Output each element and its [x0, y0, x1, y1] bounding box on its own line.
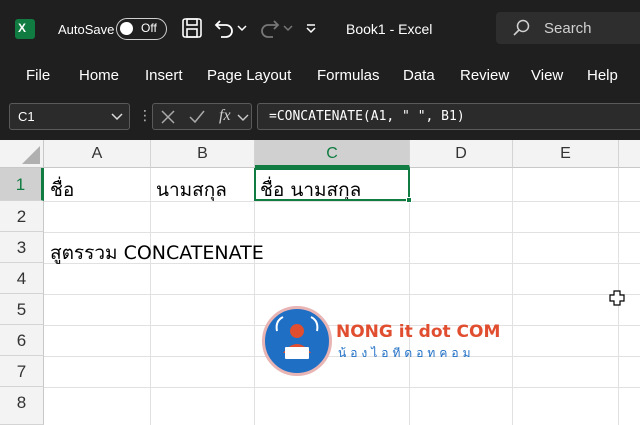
row-header-4[interactable]: 4	[0, 263, 44, 294]
column-header-b[interactable]: B	[151, 140, 255, 168]
formula-bar: C1 ⋮ fx =CONCATENATE(A1, " ", B1)	[0, 94, 640, 140]
title-bar: X AutoSave Off Book1 - Excel Search	[0, 0, 640, 58]
excel-logo-icon: X	[15, 19, 35, 39]
ribbon-tabs: File Home Insert Page Layout Formulas Da…	[0, 58, 640, 94]
undo-icon[interactable]	[212, 16, 236, 40]
autosave-state: Off	[141, 21, 157, 35]
cell-a3[interactable]: สูตรรวม CONCATENATE	[50, 238, 264, 268]
name-box[interactable]: C1	[9, 103, 130, 130]
tab-help[interactable]: Help	[587, 67, 618, 84]
gridline	[44, 232, 640, 233]
tab-data[interactable]: Data	[403, 67, 435, 84]
autosave-toggle[interactable]: Off	[116, 18, 167, 40]
formula-tools: fx	[152, 103, 252, 130]
document-title: Book1 - Excel	[346, 21, 433, 37]
tab-review[interactable]: Review	[460, 67, 509, 84]
column-header-c[interactable]: C	[255, 140, 410, 168]
tab-insert[interactable]: Insert	[145, 67, 183, 84]
insert-function-icon[interactable]: fx	[219, 107, 231, 125]
row-header-3[interactable]: 3	[0, 232, 44, 263]
row-header-7[interactable]: 7	[0, 356, 44, 387]
cell-a1[interactable]: ชื่อ	[50, 175, 74, 205]
row-header-8[interactable]: 8	[0, 387, 44, 425]
redo-dropdown-icon[interactable]	[282, 16, 294, 40]
search-box[interactable]: Search	[496, 12, 640, 44]
tab-page-layout[interactable]: Page Layout	[207, 67, 291, 84]
row-header-1[interactable]: 1	[0, 168, 44, 201]
formula-text: =CONCATENATE(A1, " ", B1)	[269, 109, 465, 124]
select-all-triangle-icon	[22, 146, 40, 164]
row-header-5[interactable]: 5	[0, 294, 44, 325]
function-dropdown-icon[interactable]	[237, 109, 249, 125]
cursor-plus-icon	[609, 290, 625, 306]
gridline	[44, 387, 640, 388]
fill-handle[interactable]	[406, 197, 412, 203]
autosave-label: AutoSave	[58, 22, 115, 37]
column-header-f[interactable]	[619, 140, 640, 168]
column-header-e[interactable]: E	[513, 140, 619, 168]
worksheet-grid[interactable]: A B C D E 1 2 3 4 5 6 7 8 ชื่อ นามสกุล ช…	[0, 140, 640, 425]
column-header-a[interactable]: A	[44, 140, 151, 168]
column-header-d[interactable]: D	[410, 140, 513, 168]
watermark-title: NONG it dot COM	[336, 322, 501, 342]
cancel-icon[interactable]	[160, 109, 176, 125]
tab-home[interactable]: Home	[79, 67, 119, 84]
save-icon[interactable]	[180, 16, 204, 40]
enter-check-icon[interactable]	[188, 109, 206, 125]
name-box-value: C1	[18, 109, 35, 124]
search-icon	[513, 19, 530, 36]
tab-formulas[interactable]: Formulas	[317, 67, 380, 84]
watermark-subtitle: น้องไอทีดอทคอม	[338, 346, 475, 360]
search-placeholder: Search	[544, 20, 592, 37]
chevron-down-icon[interactable]	[111, 112, 123, 122]
select-all-button[interactable]	[0, 140, 44, 168]
customize-toolbar-icon[interactable]	[304, 16, 318, 40]
redo-icon[interactable]	[258, 16, 282, 40]
row-header-2[interactable]: 2	[0, 201, 44, 232]
formula-input[interactable]: =CONCATENATE(A1, " ", B1)	[257, 103, 640, 130]
row-header-6[interactable]: 6	[0, 325, 44, 356]
gridline	[44, 294, 640, 295]
formula-bar-drag-handle-icon[interactable]: ⋮	[138, 107, 152, 124]
cell-b1[interactable]: นามสกุล	[156, 175, 227, 205]
undo-dropdown-icon[interactable]	[236, 16, 248, 40]
active-cell-selection	[254, 168, 412, 203]
tab-file[interactable]: File	[26, 67, 50, 84]
watermark-logo-icon	[262, 306, 332, 376]
tab-view[interactable]: View	[531, 67, 563, 84]
toggle-knob	[120, 22, 133, 35]
